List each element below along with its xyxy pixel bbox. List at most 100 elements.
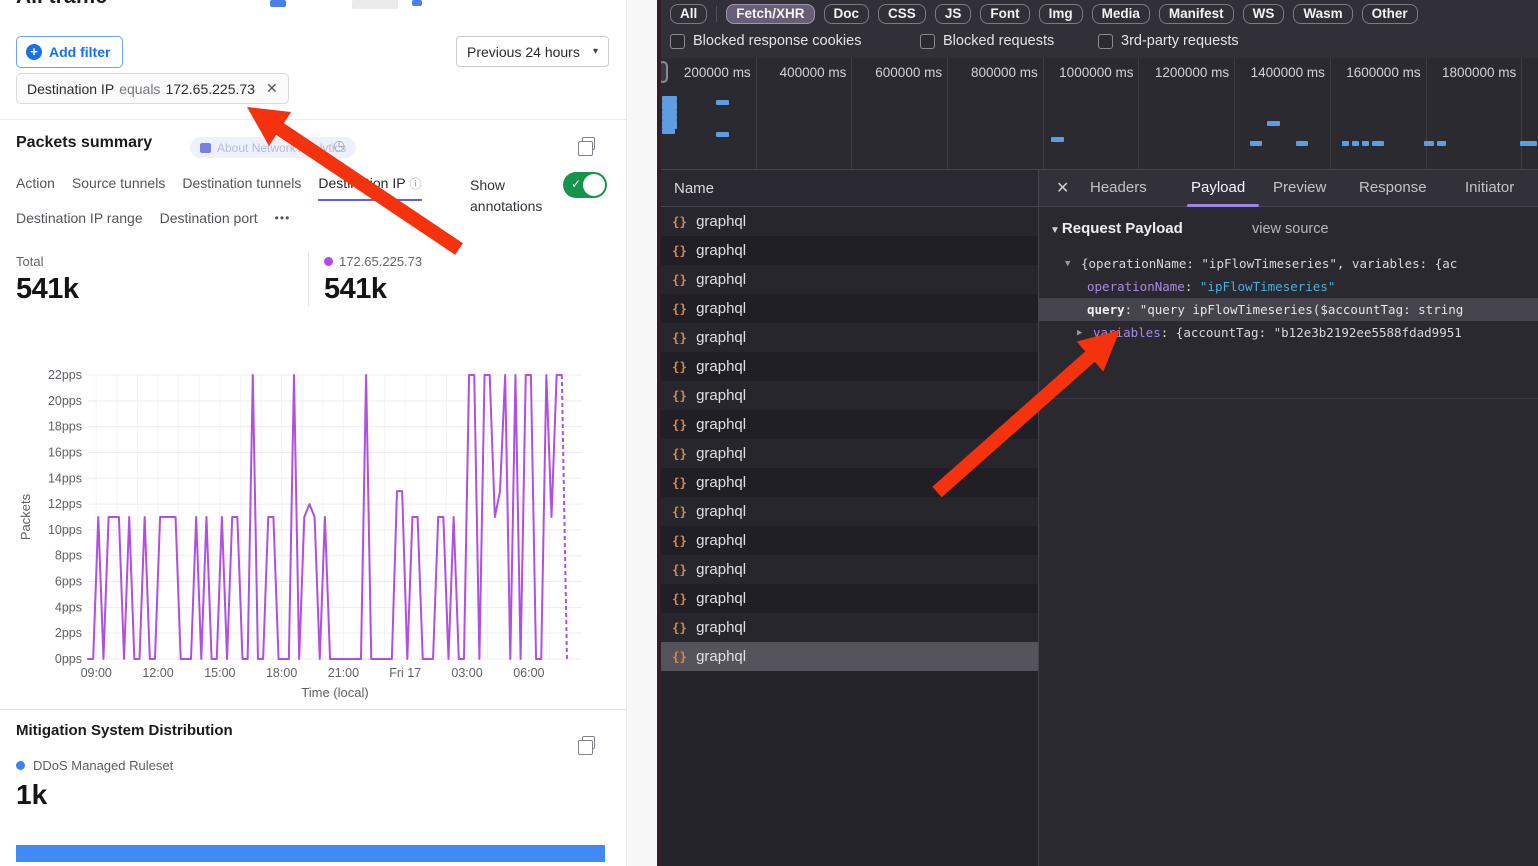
request-row-graphql[interactable]: {}graphql bbox=[661, 294, 1038, 323]
payload-line-text: operationName: "ipFlowTimeseries" bbox=[1087, 275, 1335, 298]
request-row-graphql[interactable]: {}graphql bbox=[661, 236, 1038, 265]
triangle-down-icon[interactable]: ▼ bbox=[1065, 253, 1070, 276]
request-name: graphql bbox=[696, 532, 746, 549]
triangle-right-icon[interactable]: ▶ bbox=[1077, 322, 1082, 345]
payload-line[interactable]: ▶ variables: {accountTag: "b12e3b2192ee55… bbox=[1039, 321, 1538, 344]
request-row-graphql[interactable]: {}graphql bbox=[661, 410, 1038, 439]
tab-action[interactable]: Action bbox=[16, 175, 55, 201]
network-filter-fetch-xhr[interactable]: Fetch/XHR bbox=[726, 4, 814, 24]
network-filter-img[interactable]: Img bbox=[1039, 4, 1083, 24]
request-name: graphql bbox=[696, 300, 746, 317]
payload-value: "query ipFlowTimeseries($accountTag: str… bbox=[1140, 302, 1464, 317]
json-request-icon: {} bbox=[672, 446, 687, 461]
network-filter-doc[interactable]: Doc bbox=[824, 4, 870, 24]
network-filter-media[interactable]: Media bbox=[1092, 4, 1150, 24]
request-name: graphql bbox=[696, 503, 746, 520]
request-row-graphql[interactable]: {}graphql bbox=[661, 381, 1038, 410]
more-tabs-button[interactable]: ••• bbox=[275, 211, 291, 232]
stat-series: 172.65.225.73541k bbox=[324, 254, 422, 306]
copy-panel-icon[interactable] bbox=[582, 736, 595, 749]
request-name: graphql bbox=[696, 358, 746, 375]
tab-destination-port[interactable]: Destination port bbox=[160, 210, 258, 233]
network-filter-wasm[interactable]: Wasm bbox=[1293, 4, 1352, 24]
network-overview-timeline[interactable]: 200000 ms400000 ms600000 ms800000 ms1000… bbox=[661, 58, 1538, 170]
svg-text:10pps: 10pps bbox=[48, 523, 82, 537]
network-filter-manifest[interactable]: Manifest bbox=[1159, 4, 1234, 24]
filter-chip[interactable]: Destination IP equals 172.65.225.73 ✕ bbox=[16, 73, 289, 104]
close-icon[interactable]: ✕ bbox=[1056, 178, 1069, 198]
network-filter-other[interactable]: Other bbox=[1362, 4, 1418, 24]
network-filter-ws[interactable]: WS bbox=[1243, 4, 1285, 24]
payload-line[interactable]: query: "query ipFlowTimeseries($accountT… bbox=[1039, 298, 1538, 321]
request-row-graphql[interactable]: {}graphql bbox=[661, 352, 1038, 381]
checkbox-3rd-party-requests[interactable]: 3rd-party requests bbox=[1098, 33, 1239, 49]
json-request-icon: {} bbox=[672, 214, 687, 229]
payload-line[interactable]: ▼{operationName: "ipFlowTimeseries", var… bbox=[1039, 252, 1538, 275]
tab-destination-tunnels[interactable]: Destination tunnels bbox=[182, 175, 301, 201]
timeline-tick-label: 1600000 ms bbox=[1346, 65, 1420, 80]
svg-text:18:00: 18:00 bbox=[266, 666, 297, 680]
request-row-graphql[interactable]: {}graphql bbox=[661, 323, 1038, 352]
request-row-graphql[interactable]: {}graphql bbox=[661, 207, 1038, 236]
about-network-analytics-badge[interactable]: About Network Analytics bbox=[190, 137, 356, 158]
request-name: graphql bbox=[696, 387, 746, 404]
check-icon: ✓ bbox=[571, 177, 581, 191]
page-title: All traffic bbox=[16, 0, 107, 9]
stat-label: Total bbox=[16, 254, 79, 269]
json-request-icon: {} bbox=[672, 330, 687, 345]
request-row-graphql[interactable]: {}graphql bbox=[661, 526, 1038, 555]
detail-tab-preview[interactable]: Preview bbox=[1273, 179, 1326, 196]
timeline-column: 1000000 ms bbox=[1044, 58, 1140, 170]
timeline-column: 1800000 ms bbox=[1427, 58, 1523, 170]
packets-summary-title: Packets summary bbox=[16, 134, 152, 152]
tab-source-tunnels[interactable]: Source tunnels bbox=[72, 175, 165, 201]
svg-text:16pps: 16pps bbox=[48, 445, 82, 459]
chevron-down-icon: ▾ bbox=[593, 46, 598, 57]
mitigation-title: Mitigation System Distribution bbox=[16, 722, 233, 739]
network-filter-all[interactable]: All bbox=[670, 4, 707, 24]
request-row-graphql[interactable]: {}graphql bbox=[661, 497, 1038, 526]
svg-text:14pps: 14pps bbox=[48, 471, 82, 485]
checkbox-label: 3rd-party requests bbox=[1121, 33, 1239, 49]
add-filter-label: Add filter bbox=[49, 44, 110, 60]
checkbox-blocked-requests[interactable]: Blocked requests bbox=[920, 33, 1054, 49]
request-timing-bar bbox=[1362, 141, 1369, 146]
detail-tab-headers[interactable]: Headers bbox=[1090, 179, 1147, 196]
payload-line-text: query: "query ipFlowTimeseries($accountT… bbox=[1087, 298, 1463, 321]
view-source-link[interactable]: view source bbox=[1252, 221, 1329, 237]
detail-tab-initiator[interactable]: Initiator bbox=[1465, 179, 1514, 196]
tab-destination-ip-range[interactable]: Destination IP range bbox=[16, 210, 143, 233]
add-filter-button[interactable]: + Add filter bbox=[16, 36, 123, 68]
request-list-pane: Name {}graphql{}graphql{}graphql{}graphq… bbox=[661, 170, 1038, 866]
network-filter-font[interactable]: Font bbox=[980, 4, 1029, 24]
svg-text:21:00: 21:00 bbox=[328, 666, 359, 680]
request-row-graphql[interactable]: {}graphql bbox=[661, 642, 1038, 671]
request-checkbox-bar: Blocked response cookies Blocked requests… bbox=[657, 28, 1538, 58]
copy-panel-icon[interactable] bbox=[582, 137, 595, 150]
detail-tabs-bar: ✕ Headers Payload Preview Response Initiator bbox=[1039, 170, 1538, 207]
network-filter-css[interactable]: CSS bbox=[878, 4, 926, 24]
name-column-header[interactable]: Name bbox=[661, 170, 1038, 207]
detail-tab-payload[interactable]: Payload bbox=[1191, 179, 1245, 196]
legend-dot bbox=[324, 257, 333, 266]
request-row-graphql[interactable]: {}graphql bbox=[661, 613, 1038, 642]
request-row-graphql[interactable]: {}graphql bbox=[661, 555, 1038, 584]
payload-line-text: variables: {accountTag: "b12e3b2192ee558… bbox=[1093, 321, 1462, 344]
timeline-column: 600000 ms bbox=[852, 58, 948, 170]
show-annotations-toggle[interactable]: ✓ bbox=[563, 172, 607, 198]
request-row-graphql[interactable]: {}graphql bbox=[661, 439, 1038, 468]
svg-text:03:00: 03:00 bbox=[451, 666, 482, 680]
timeline-tick-label: 400000 ms bbox=[780, 65, 847, 80]
request-row-graphql[interactable]: {}graphql bbox=[661, 468, 1038, 497]
network-filter-js[interactable]: JS bbox=[935, 4, 972, 24]
close-icon[interactable]: ✕ bbox=[266, 80, 278, 97]
request-row-graphql[interactable]: {}graphql bbox=[661, 584, 1038, 613]
detail-tab-response[interactable]: Response bbox=[1359, 179, 1427, 196]
time-range-dropdown[interactable]: Previous 24 hours ▾ bbox=[456, 36, 609, 67]
checkbox-blocked-response-cookies[interactable]: Blocked response cookies bbox=[670, 33, 861, 49]
timeline-column: 400000 ms bbox=[757, 58, 853, 170]
payload-line[interactable]: operationName: "ipFlowTimeseries" bbox=[1039, 275, 1538, 298]
request-row-graphql[interactable]: {}graphql bbox=[661, 265, 1038, 294]
request-payload-section-header[interactable]: ▼Request Payload bbox=[1050, 220, 1183, 237]
tab-destination-ip[interactable]: Destination IPⓘ bbox=[318, 175, 421, 201]
